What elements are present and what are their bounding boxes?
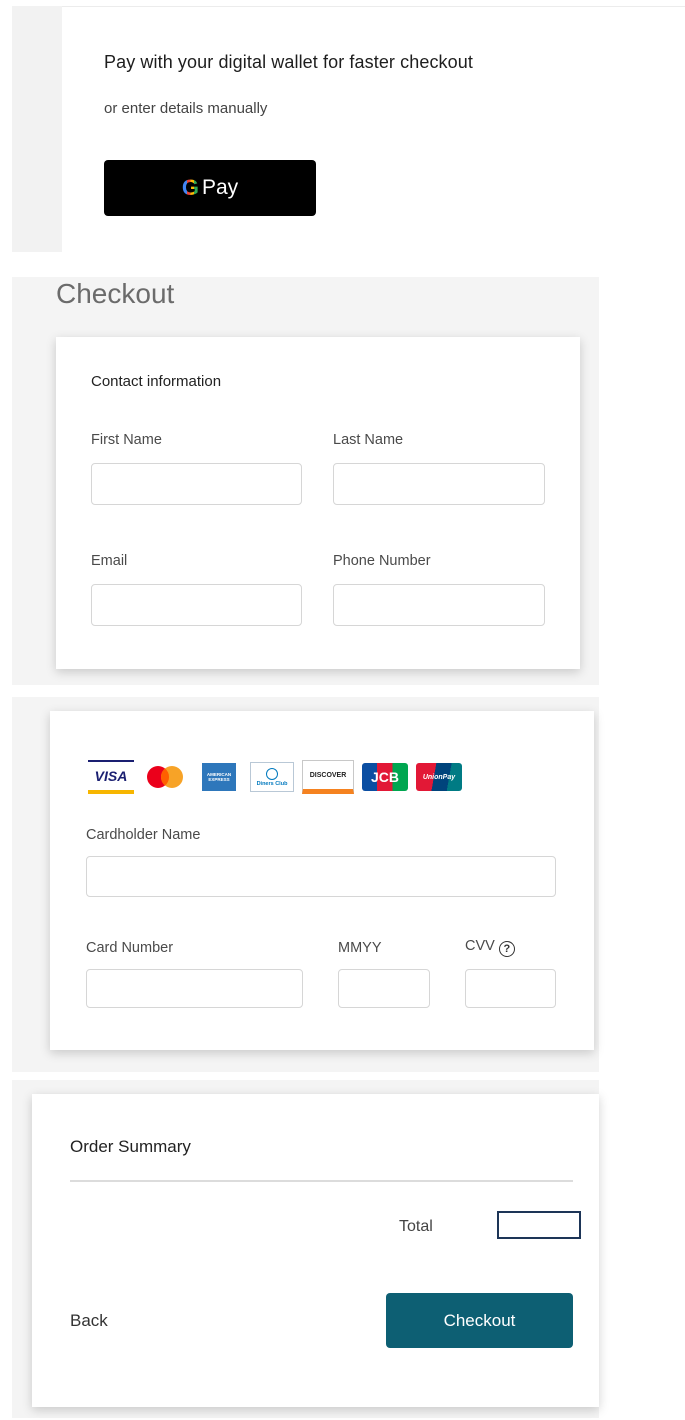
last-name-input[interactable] bbox=[333, 463, 545, 505]
card-number-label: Card Number bbox=[86, 940, 174, 956]
unionpay-logo-text: UnionPay bbox=[422, 773, 456, 781]
cardholder-name-input[interactable] bbox=[86, 856, 556, 897]
checkout-button[interactable]: Checkout bbox=[386, 1293, 573, 1348]
jcb-logo-text: JCB bbox=[370, 769, 399, 785]
wallet-section-background bbox=[12, 6, 62, 252]
cvv-label: CVV bbox=[465, 938, 495, 954]
order-summary-heading: Order Summary bbox=[70, 1137, 191, 1156]
summary-divider bbox=[70, 1180, 573, 1182]
mastercard-logo bbox=[142, 763, 188, 791]
first-name-label: First Name bbox=[91, 432, 162, 448]
page-title: Checkout bbox=[56, 278, 175, 309]
diners-club-circle-icon bbox=[266, 767, 278, 780]
cvv-label-group: CVV? bbox=[465, 938, 515, 957]
wallet-heading: Pay with your digital wallet for faster … bbox=[104, 52, 473, 72]
amex-logo-text: AMERICAN EXPRESS bbox=[206, 772, 232, 782]
visa-logo-text: VISA bbox=[94, 768, 128, 784]
first-name-input[interactable] bbox=[91, 463, 302, 505]
phone-number-input[interactable] bbox=[333, 584, 545, 626]
jcb-logo: JCB bbox=[362, 763, 408, 791]
wallet-subheading: or enter details manually bbox=[104, 100, 268, 117]
contact-heading: Contact information bbox=[91, 373, 222, 390]
diners-club-logo-text: Diners Club bbox=[256, 780, 288, 787]
google-pay-button[interactable]: G Pay bbox=[104, 160, 316, 216]
cardholder-name-label: Cardholder Name bbox=[86, 827, 201, 843]
phone-number-label: Phone Number bbox=[333, 553, 431, 569]
email-input[interactable] bbox=[91, 584, 302, 626]
card-brand-logos: VISA AMERICAN EXPRESS Diners Club DISCOV… bbox=[88, 760, 462, 794]
card-number-input[interactable] bbox=[86, 969, 303, 1008]
email-label: Email bbox=[91, 553, 128, 569]
diners-club-logo: Diners Club bbox=[250, 762, 294, 792]
total-label: Total bbox=[399, 1218, 433, 1235]
last-name-label: Last Name bbox=[333, 432, 404, 448]
amex-logo: AMERICAN EXPRESS bbox=[202, 763, 236, 791]
cvv-input[interactable] bbox=[465, 969, 556, 1008]
back-link[interactable]: Back bbox=[70, 1311, 108, 1331]
unionpay-logo: UnionPay bbox=[416, 763, 462, 791]
google-g-icon: G bbox=[181, 175, 199, 200]
discover-logo: DISCOVER bbox=[302, 760, 354, 794]
mastercard-circles-icon bbox=[147, 766, 183, 788]
expiry-label: MMYY bbox=[338, 940, 382, 956]
question-circle-icon[interactable]: ? bbox=[498, 941, 515, 957]
total-value-box bbox=[497, 1211, 581, 1239]
discover-logo-text: DISCOVER bbox=[309, 771, 347, 779]
wallet-section-divider bbox=[62, 6, 685, 7]
visa-logo: VISA bbox=[88, 760, 134, 794]
expiry-input[interactable] bbox=[338, 969, 430, 1008]
google-pay-label: Pay bbox=[201, 176, 239, 199]
